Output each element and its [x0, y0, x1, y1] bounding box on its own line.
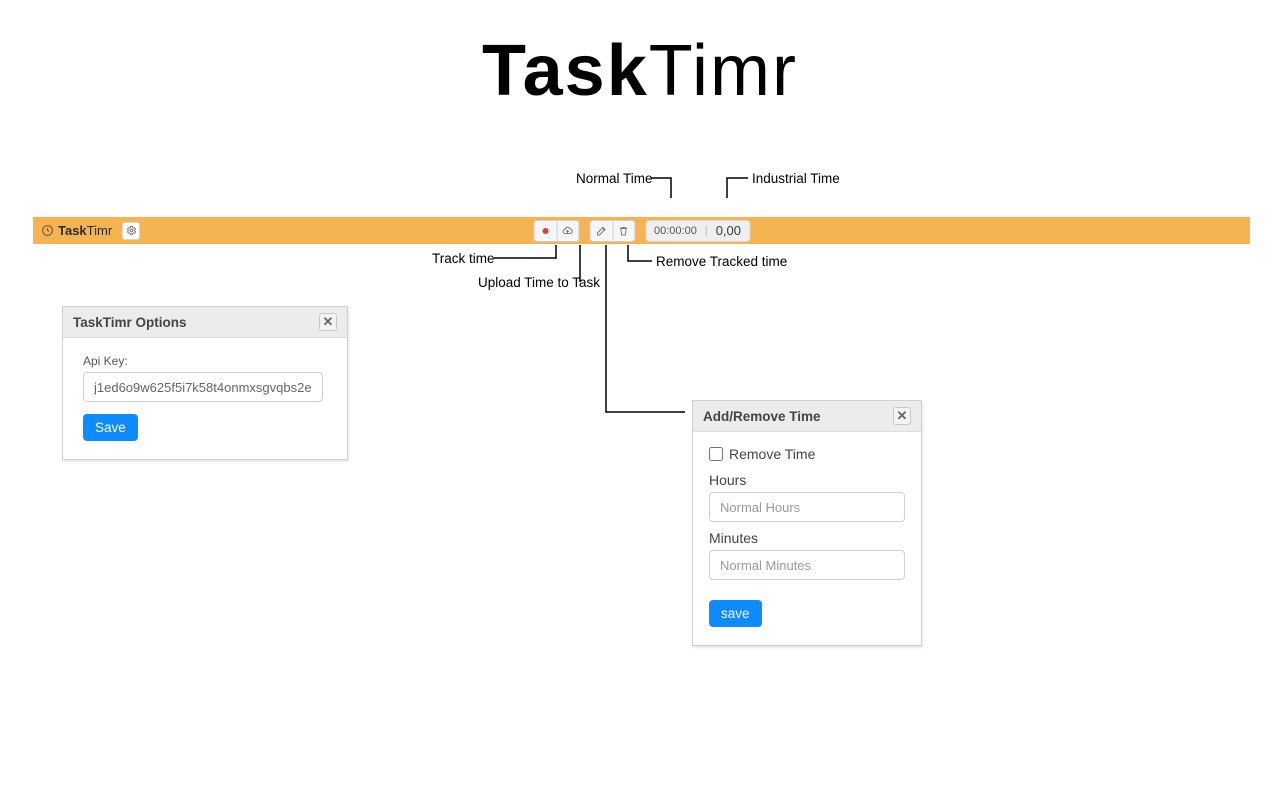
hours-label: Hours [709, 472, 905, 488]
hero-title: TaskTimr [0, 30, 1280, 112]
annotation-industrial-time: Industrial Time [752, 171, 840, 186]
close-icon: ✕ [323, 314, 334, 330]
time-display: 00:00:00 | 0,00 [645, 220, 750, 242]
settings-button[interactable] [122, 222, 140, 240]
hero-title-light: Timr [649, 31, 798, 111]
hours-input[interactable] [709, 492, 905, 522]
add-remove-dialog-title: Add/Remove Time [703, 409, 821, 424]
api-key-input[interactable] [83, 372, 323, 402]
normal-time-value: 00:00:00 [654, 225, 697, 237]
add-remove-dialog-header: Add/Remove Time ✕ [693, 401, 921, 432]
edit-icon [595, 225, 607, 237]
annotation-upload-time: Upload Time to Task [478, 275, 600, 290]
options-dialog-header: TaskTimr Options ✕ [63, 307, 347, 338]
remove-time-checkbox[interactable] [709, 447, 723, 461]
api-key-label: Api Key: [83, 354, 327, 368]
toolbar-brand-bold: Task [58, 223, 87, 238]
add-remove-dialog-close-button[interactable]: ✕ [893, 407, 911, 425]
close-icon: ✕ [897, 408, 908, 424]
track-time-button[interactable] [534, 221, 556, 241]
annotation-track-time: Track time [432, 251, 495, 266]
clock-icon [41, 224, 54, 237]
add-remove-save-button[interactable]: save [709, 600, 762, 627]
options-dialog-title: TaskTimr Options [73, 315, 187, 330]
industrial-time-value: 0,00 [716, 223, 741, 238]
options-dialog-close-button[interactable]: ✕ [319, 313, 337, 331]
toolbar: TaskTimr 00:00:00 | 0,00 [33, 217, 1250, 244]
minutes-label: Minutes [709, 530, 905, 546]
add-remove-dialog: Add/Remove Time ✕ Remove Time Hours Minu… [692, 400, 922, 646]
toolbar-group-left [533, 220, 579, 242]
toolbar-group-right [589, 220, 635, 242]
toolbar-brand: TaskTimr [41, 222, 140, 240]
gear-icon [126, 225, 137, 236]
remove-time-button[interactable] [612, 221, 634, 241]
options-save-button[interactable]: Save [83, 414, 138, 441]
time-separator: | [705, 225, 708, 237]
toolbar-brand-light: Timr [87, 223, 113, 238]
options-dialog: TaskTimr Options ✕ Api Key: Save [62, 306, 348, 460]
trash-icon [618, 225, 630, 237]
record-icon [539, 225, 551, 237]
upload-time-button[interactable] [556, 221, 578, 241]
annotation-remove-tracked: Remove Tracked time [656, 254, 787, 269]
hero-title-bold: Task [482, 31, 649, 111]
remove-time-checkbox-row[interactable]: Remove Time [709, 446, 905, 462]
minutes-input[interactable] [709, 550, 905, 580]
cloud-upload-icon [562, 225, 574, 237]
edit-time-button[interactable] [590, 221, 612, 241]
annotation-normal-time: Normal Time [576, 171, 653, 186]
toolbar-center: 00:00:00 | 0,00 [533, 220, 750, 242]
remove-time-label: Remove Time [729, 446, 815, 462]
